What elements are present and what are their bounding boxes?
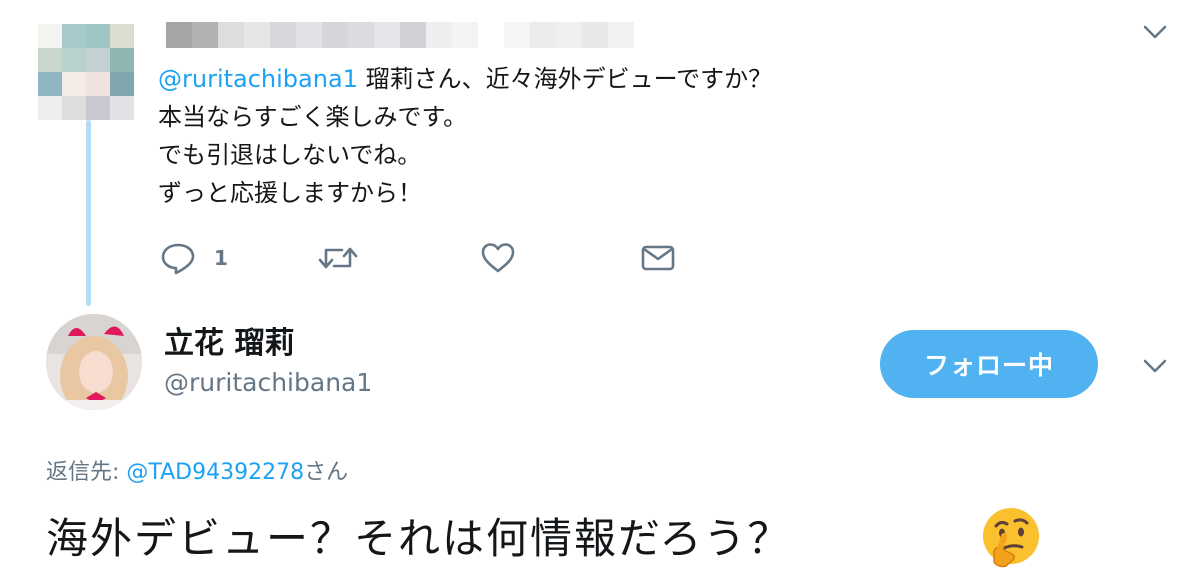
direct-message-action[interactable]: [640, 238, 676, 278]
redacted-user-name[interactable]: [160, 22, 634, 48]
heart-icon: [481, 243, 515, 273]
reply-tweet-line-1: @ruritachibana1 瑠莉さん、近々海外デビューですか？: [158, 60, 772, 98]
user-avatar[interactable]: [46, 314, 142, 410]
redacted-avatar[interactable]: [38, 24, 134, 120]
chevron-down-icon[interactable]: [1140, 20, 1170, 44]
thread-connector-line: [86, 120, 91, 306]
reply-icon: [161, 243, 195, 275]
screen-name[interactable]: @ruritachibana1: [164, 368, 372, 397]
replying-to: 返信先: @TAD94392278さん: [46, 454, 348, 486]
like-action[interactable]: [480, 238, 516, 278]
replying-to-suffix: さん: [304, 460, 349, 485]
reply-tweet-line-4: ずっと応援しますから！: [158, 179, 422, 207]
main-tweet-text: 海外デビュー？それは何情報だろう？: [46, 514, 792, 563]
reply-count: 1: [214, 246, 228, 270]
display-name[interactable]: 立花 瑠莉: [164, 318, 294, 362]
mention-link[interactable]: @ruritachibana1: [158, 65, 358, 93]
replying-to-label: 返信先:: [46, 460, 127, 485]
replying-to-mention[interactable]: @TAD94392278: [126, 460, 304, 485]
chevron-down-icon[interactable]: [1140, 354, 1170, 378]
reply-action[interactable]: 1: [160, 238, 228, 278]
reply-tweet-line-3: でも引退はしないでね。: [158, 141, 422, 169]
retweet-icon: [318, 247, 358, 269]
retweet-action[interactable]: [318, 238, 358, 278]
reply-tweet-text: @ruritachibana1 瑠莉さん、近々海外デビューですか？ 本当ならすご…: [158, 60, 772, 212]
reply-tweet-line-2: 本当ならすごく楽しみです。: [158, 103, 468, 131]
following-button[interactable]: フォロー中: [880, 330, 1098, 398]
envelope-icon: [641, 245, 675, 271]
reply-tweet-line-1-text: 瑠莉さん、近々海外デビューですか？: [357, 65, 773, 93]
thinking-face-emoji: [980, 506, 1042, 570]
